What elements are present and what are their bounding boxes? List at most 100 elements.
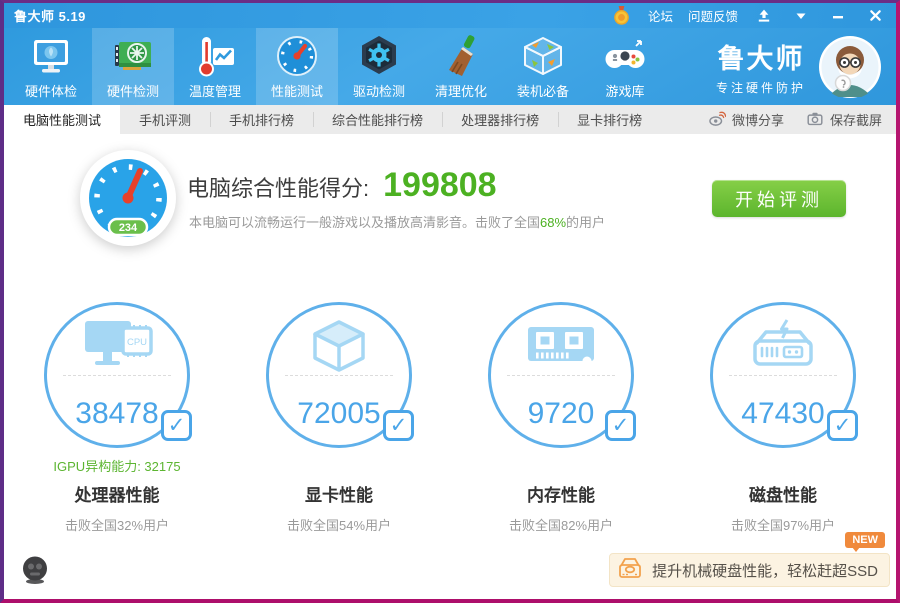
promo-banner-text: 提升机械硬盘性能，轻松赶超SSD: [652, 562, 878, 580]
skin-menu-icon[interactable]: [790, 7, 812, 25]
gpu-metric-name: 显卡性能: [305, 486, 373, 505]
close-button[interactable]: [864, 7, 886, 25]
score-headline: 电脑综合性能得分: 199808: [187, 166, 497, 205]
mascot-avatar[interactable]: [818, 35, 882, 99]
brand-area: 鲁大师 专注硬件防护: [716, 28, 896, 105]
toolbar-item-label: 硬件检测: [106, 84, 159, 99]
toolbar-item-label: 装机必备: [516, 84, 569, 99]
divider: [285, 375, 393, 376]
tab-actions: 微博分享 保存截屏: [708, 105, 896, 134]
cpu-score-circle: CPU 38478 ✓: [44, 302, 192, 448]
toolbar-item-driver-test[interactable]: 驱动检测: [338, 28, 420, 105]
disk-check-badge[interactable]: ✓: [827, 410, 858, 441]
gpu-score-circle: 72005 ✓: [266, 302, 414, 448]
metric-card-memory: 9720 ✓ 内存性能 击败全国82%用户: [450, 302, 672, 534]
toolbar-item-label: 温度管理: [188, 84, 241, 99]
score-description-suffix: 的用户: [566, 215, 606, 230]
toolbar-item-label: 性能测试: [270, 84, 323, 99]
toolbar-item-label: 硬件体检: [24, 84, 77, 99]
titlebar-actions: 论坛 问题反馈: [611, 6, 886, 25]
disk-metric-name: 磁盘性能: [749, 486, 817, 505]
start-benchmark-button[interactable]: 开始评测: [712, 180, 846, 217]
toolbar-item-hardware-checkup[interactable]: 硬件体检: [10, 28, 92, 105]
toolbar-item-label: 清理优化: [434, 84, 487, 99]
cpu-igpu-note: IGPU异构能力: 32175: [53, 459, 181, 474]
upgrade-icon[interactable]: [753, 7, 775, 25]
toolbar-item-performance-test[interactable]: 性能测试: [256, 28, 338, 105]
toolbar-item-game-library[interactable]: 游戏库: [584, 28, 666, 105]
tab-overall-ranking[interactable]: 综合性能排行榜: [313, 105, 442, 134]
minimize-button[interactable]: [827, 7, 849, 25]
thermometer-icon: [193, 34, 237, 78]
titlebar: 鲁大师 5.19 论坛 问题反馈: [4, 3, 896, 28]
memory-metric-name: 内存性能: [527, 486, 595, 505]
app-window: 鲁大师 5.19 论坛 问题反馈 硬件体检 硬件检测 温度管理 性能测试 驱动检…: [0, 0, 900, 603]
cpu-chip-label: CPU: [127, 337, 147, 348]
speedometer-icon: [275, 34, 319, 78]
cpu-beat-text: 击败全国32%用户: [64, 518, 170, 533]
broom-icon: [439, 34, 483, 78]
tabbar: 电脑性能测试 手机评测 手机排行榜 综合性能排行榜 处理器排行榜 显卡排行榜 微…: [4, 105, 896, 134]
tab-gpu-ranking[interactable]: 显卡排行榜: [558, 105, 661, 134]
save-screenshot-label: 保存截屏: [829, 113, 882, 128]
cpu-check-badge[interactable]: ✓: [161, 410, 192, 441]
tab-pc-performance-test[interactable]: 电脑性能测试: [4, 105, 121, 134]
toolbar-item-label: 游戏库: [605, 84, 645, 99]
cpu-metric-name: 处理器性能: [74, 486, 160, 505]
tab-cpu-ranking[interactable]: 处理器排行榜: [442, 105, 558, 134]
gpu-cube-icon: [269, 319, 409, 377]
metric-card-gpu: 72005 ✓ 显卡性能 击败全国54%用户: [228, 302, 450, 534]
gpu-check-badge[interactable]: ✓: [383, 410, 414, 441]
medal-icon[interactable]: [611, 6, 633, 25]
gamepad-icon: [603, 34, 647, 78]
toolbar-item-essentials[interactable]: 装机必备: [502, 28, 584, 105]
memory-score-circle: 9720 ✓: [488, 302, 636, 448]
toolbar-item-cleanup[interactable]: 清理优化: [420, 28, 502, 105]
main-toolbar: 硬件体检 硬件检测 温度管理 性能测试 驱动检测 清理优化 装机必备 游戏库 鲁…: [4, 28, 896, 105]
memory-check-badge[interactable]: ✓: [605, 410, 636, 441]
toolbar-item-label: 驱动检测: [352, 84, 405, 99]
toolbar-item-hardware-test[interactable]: 硬件检测: [92, 28, 174, 105]
assistant-mascot-icon[interactable]: [20, 555, 50, 585]
divider: [729, 375, 837, 376]
weibo-share-label: 微博分享: [731, 113, 784, 128]
brand-text: 鲁大师 专注硬件防护: [716, 37, 806, 96]
disk-extra-note: [672, 456, 894, 476]
memory-extra-note: [450, 456, 672, 476]
forum-link[interactable]: 论坛: [648, 6, 673, 25]
monitor-checkup-icon: [29, 34, 73, 78]
main-content: 234 电脑综合性能得分: 199808 本电脑可以流畅运行一般游戏以及播放高清…: [4, 134, 896, 598]
disk-icon: [713, 319, 853, 377]
tab-phone-ranking[interactable]: 手机排行榜: [210, 105, 313, 134]
weibo-icon: [708, 110, 727, 130]
divider: [63, 375, 171, 376]
score-value: 199808: [383, 166, 497, 204]
gpu-card-icon: [111, 34, 155, 78]
gear-hexagon-icon: [357, 34, 401, 78]
brand-slogan: 专注硬件防护: [715, 81, 806, 95]
speedometer-gauge-icon: 234: [78, 148, 178, 248]
new-badge: NEW: [845, 532, 885, 552]
brand-name: 鲁大师: [717, 44, 805, 74]
gauge-badge-value: 234: [119, 222, 138, 234]
score-label: 电脑综合性能得分:: [187, 176, 370, 201]
weibo-share-button[interactable]: 微博分享: [708, 110, 784, 130]
memory-beat-text: 击败全国82%用户: [508, 518, 614, 533]
app-title: 鲁大师 5.19: [14, 9, 86, 24]
divider: [507, 375, 615, 376]
promo-banner[interactable]: 提升机械硬盘性能，轻松赶超SSD: [609, 553, 890, 587]
camera-icon: [806, 110, 824, 130]
disk-promo-icon: [616, 554, 644, 586]
gpu-extra-note: [228, 456, 450, 476]
cube-box-icon: [521, 34, 565, 78]
score-description: 本电脑可以流畅运行一般游戏以及播放高清影音。击败了全国68%的用户: [189, 212, 605, 231]
ram-icon: [491, 319, 631, 375]
score-description-prefix: 本电脑可以流畅运行一般游戏以及播放高清影音。击败了全国: [189, 215, 541, 230]
save-screenshot-button[interactable]: 保存截屏: [806, 110, 882, 130]
toolbar-item-temperature[interactable]: 温度管理: [174, 28, 256, 105]
tab-phone-review[interactable]: 手机评测: [120, 105, 210, 134]
disk-score-circle: 47430 ✓: [710, 302, 858, 448]
cpu-monitor-icon: CPU: [47, 319, 187, 375]
metrics-row: CPU 38478 ✓ IGPU异构能力: 32175 处理器性能 击败全国32…: [4, 296, 896, 534]
feedback-link[interactable]: 问题反馈: [688, 6, 738, 25]
